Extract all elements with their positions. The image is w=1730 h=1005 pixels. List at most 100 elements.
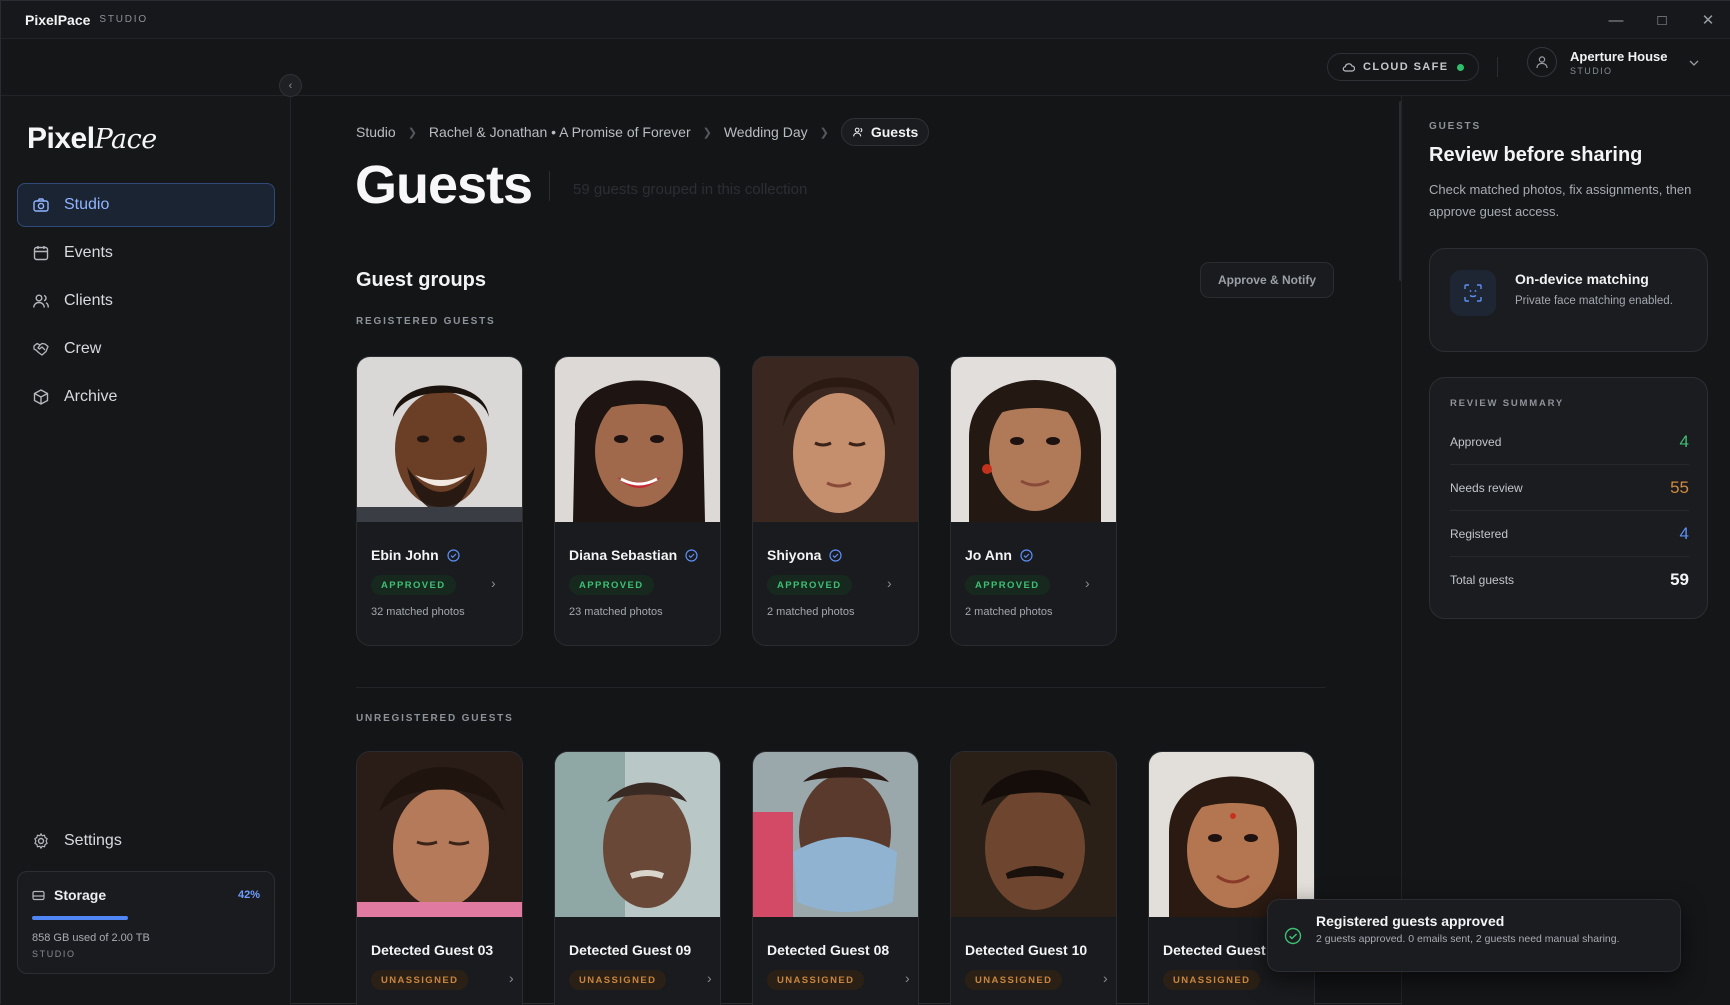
matching-title: On-device matching <box>1515 271 1649 287</box>
matched-photos-count: 2 matched photos <box>767 606 855 618</box>
sidebar-item-archive[interactable]: Archive <box>17 375 275 419</box>
chevron-left-icon: ‹ <box>288 79 293 92</box>
user-menu[interactable]: Aperture House STUDIO <box>1527 47 1699 77</box>
title-divider <box>549 171 550 201</box>
guest-card[interactable]: Detected Guest 09 UNASSIGNED › <box>554 751 721 1005</box>
chevron-right-icon[interactable]: › <box>707 970 712 986</box>
sidebar-item-label: Crew <box>64 340 102 357</box>
chevron-right-icon[interactable]: › <box>1103 970 1108 986</box>
guest-name: Detected Guest 03 <box>371 942 494 958</box>
status-badge: UNASSIGNED <box>371 970 469 990</box>
maximize-icon[interactable]: □ <box>1639 1 1685 39</box>
user-icon <box>1527 47 1557 77</box>
cloud-icon <box>1342 63 1355 72</box>
storage-used: 858 GB used of 2.00 TB <box>32 932 150 944</box>
toast-notification[interactable]: Registered guests approved 2 guests appr… <box>1267 899 1681 972</box>
user-role: STUDIO <box>1570 65 1613 76</box>
settings-nav: Settings <box>17 819 275 867</box>
user-name: Aperture House <box>1570 48 1668 64</box>
guest-card[interactable]: Detected Guest 10 UNASSIGNED › <box>950 751 1117 1005</box>
breadcrumb-studio[interactable]: Studio <box>356 124 396 140</box>
chevron-right-icon[interactable]: › <box>887 575 892 591</box>
status-badge: APPROVED <box>371 575 456 595</box>
page-title: Guests <box>355 155 533 215</box>
sidebar-item-label: Studio <box>64 196 110 213</box>
guest-photo <box>753 357 918 522</box>
chevron-right-icon[interactable]: › <box>1085 575 1090 591</box>
guest-card[interactable]: Jo Ann APPROVED › 2 matched photos <box>950 356 1117 646</box>
chevron-down-icon <box>1689 53 1699 71</box>
breadcrumb-current-label: Guests <box>870 124 919 140</box>
sidebar: PixelPace Studio Events Clients Crew Arc… <box>1 96 291 1005</box>
sidebar-item-studio[interactable]: Studio <box>17 183 275 227</box>
status-badge: UNASSIGNED <box>767 970 865 990</box>
guest-card[interactable]: Detected Guest 08 UNASSIGNED › <box>752 751 919 1005</box>
sidebar-item-label: Archive <box>64 388 118 405</box>
guest-card[interactable]: Ebin John APPROVED › 32 matched photos <box>356 356 523 646</box>
summary-label: Registered <box>1450 526 1509 541</box>
panel-description: Check matched photos, fix assignments, t… <box>1429 182 1692 219</box>
unregistered-caption: UNREGISTERED GUESTS <box>356 713 514 724</box>
summary-value: 4 <box>1679 431 1689 451</box>
users-icon <box>33 294 49 308</box>
summary-row-needs-review: Needs review 55 <box>1450 465 1689 511</box>
guest-card[interactable]: Detected Guest 03 UNASSIGNED › <box>356 751 523 1005</box>
guest-name: Shiyona <box>767 547 822 563</box>
summary-caption: REVIEW SUMMARY <box>1450 398 1565 409</box>
sidebar-item-settings[interactable]: Settings <box>17 819 275 863</box>
on-device-matching-card: On-device matching Private face matching… <box>1429 248 1708 352</box>
sidebar-nav: Studio Events Clients Crew Archive <box>17 183 275 423</box>
breadcrumb-event[interactable]: Wedding Day <box>724 124 808 140</box>
title-bar: PixelPace STUDIO — □ ✕ <box>1 1 1730 39</box>
chevron-right-icon: ❯ <box>407 126 417 139</box>
app-window: PixelPace STUDIO — □ ✕ CLOUD SAFE Apertu… <box>0 0 1730 1005</box>
guest-name: Diana Sebastian <box>569 547 678 563</box>
guest-photo <box>951 357 1116 522</box>
section-title: Guest groups <box>356 269 487 291</box>
guest-name: Jo Ann <box>965 547 1012 563</box>
guest-photo <box>555 752 720 917</box>
storage-widget[interactable]: Storage 42% 858 GB used of 2.00 TB STUDI… <box>17 871 275 974</box>
minimize-icon[interactable]: — <box>1593 1 1639 39</box>
matched-photos-count: 2 matched photos <box>965 606 1053 618</box>
close-icon[interactable]: ✕ <box>1685 1 1730 39</box>
summary-label: Needs review <box>1450 480 1523 495</box>
verified-icon <box>829 548 843 562</box>
breadcrumb-collection[interactable]: Rachel & Jonathan • A Promise of Forever <box>429 124 691 140</box>
guest-card[interactable]: Shiyona APPROVED › 2 matched photos <box>752 356 919 646</box>
sidebar-item-crew[interactable]: Crew <box>17 327 275 371</box>
gear-icon <box>34 833 48 849</box>
breadcrumb-current[interactable]: Guests <box>840 118 930 146</box>
status-badge: UNASSIGNED <box>1163 970 1261 990</box>
review-summary-card: REVIEW SUMMARY Approved 4 Needs review 5… <box>1429 377 1708 619</box>
storage-plan: STUDIO <box>32 949 76 959</box>
verified-icon <box>1020 548 1033 562</box>
chevron-right-icon[interactable]: › <box>491 575 496 591</box>
status-badge: UNASSIGNED <box>965 970 1063 990</box>
guest-photo <box>357 357 522 522</box>
approve-notify-button[interactable]: Approve & Notify <box>1200 262 1334 298</box>
sidebar-item-events[interactable]: Events <box>17 231 275 275</box>
status-badge: APPROVED <box>965 575 1050 595</box>
chevron-right-icon: ❯ <box>819 126 829 139</box>
status-badge: UNASSIGNED <box>569 970 667 990</box>
cloud-status-dot <box>1456 63 1464 71</box>
cloud-safe-badge[interactable]: CLOUD SAFE <box>1327 53 1479 81</box>
drive-icon <box>32 890 45 900</box>
summary-row-registered: Registered 4 <box>1450 511 1689 557</box>
summary-value: 4 <box>1679 523 1689 543</box>
users-icon <box>853 127 863 137</box>
matching-description: Private face matching enabled. <box>1515 295 1673 307</box>
chevron-right-icon[interactable]: › <box>905 970 910 986</box>
guest-photo <box>753 752 918 917</box>
status-badge: APPROVED <box>569 575 654 595</box>
summary-row-approved: Approved 4 <box>1450 419 1689 465</box>
collapse-sidebar-button[interactable]: ‹ <box>279 74 302 97</box>
pixelpace-logo: PixelPace <box>27 122 157 155</box>
guest-card[interactable]: Diana Sebastian APPROVED 23 matched phot… <box>554 356 721 646</box>
sidebar-item-clients[interactable]: Clients <box>17 279 275 323</box>
guest-photo <box>555 357 720 522</box>
unregistered-guest-grid: Detected Guest 03 UNASSIGNED › Detected … <box>356 751 1315 1005</box>
chevron-right-icon[interactable]: › <box>509 970 514 986</box>
chevron-right-icon: ❯ <box>702 126 712 139</box>
